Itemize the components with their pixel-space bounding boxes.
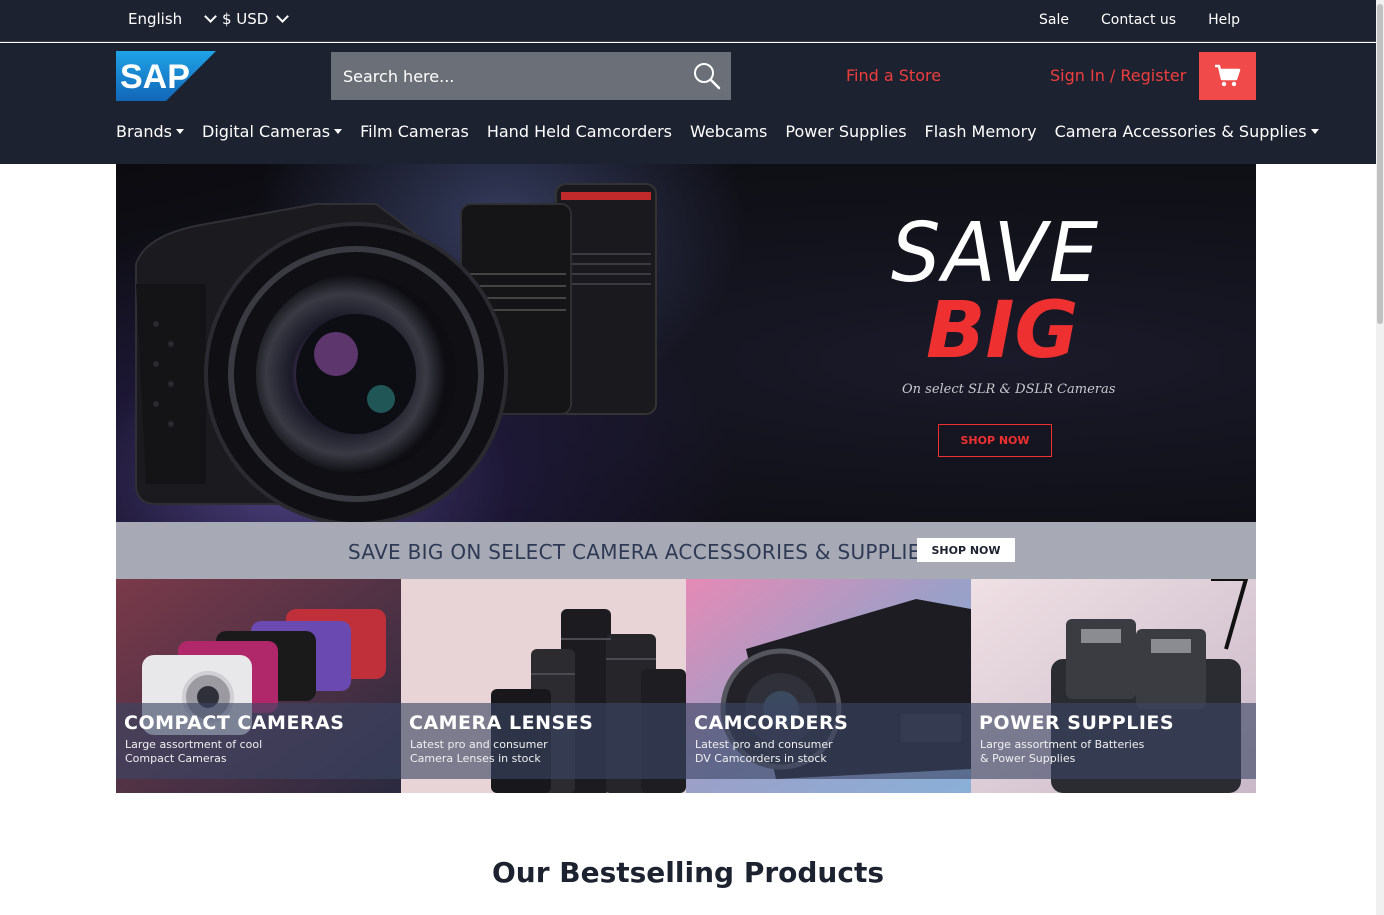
utility-links: Sale Contact us Help	[1039, 12, 1240, 28]
nav-item-camera-accessories[interactable]: Camera Accessories & Supplies	[1055, 122, 1319, 141]
category-desc-line: DV Camcorders in stock	[695, 752, 827, 765]
category-title: CAMERA LENSES	[409, 712, 594, 734]
page-scrollbar[interactable]	[1376, 0, 1384, 915]
caret-down-icon	[176, 129, 184, 134]
nav-label: Webcams	[689, 122, 768, 141]
category-title: CAMCORDERS	[694, 712, 849, 734]
logo-text: SAP	[120, 58, 190, 96]
category-desc-line: & Power Supplies	[980, 752, 1076, 765]
nav-item-hand-held-camcorders[interactable]: Hand Held Camcorders	[487, 122, 672, 141]
category-desc-line: Large assortment of cool	[125, 738, 263, 751]
category-title: POWER SUPPLIES	[979, 712, 1175, 734]
nav-label: Camera Accessories & Supplies	[1054, 122, 1307, 141]
page: English $ USD Sale Contact us Help SAP S…	[0, 0, 1384, 915]
category-description: Large assortment of cool Compact Cameras	[125, 738, 295, 766]
caret-down-icon	[334, 129, 343, 134]
currency-label: $ USD	[222, 10, 269, 28]
search-input[interactable]	[331, 66, 671, 86]
nav-label: Film Cameras	[360, 122, 469, 141]
nav-label: Hand Held Camcorders	[486, 122, 672, 141]
help-link[interactable]: Help	[1208, 12, 1240, 28]
category-description: Large assortment of Batteries & Power Sup…	[980, 738, 1150, 766]
chevron-down-icon	[204, 10, 218, 23]
contact-us-link[interactable]: Contact us	[1101, 12, 1176, 28]
nav-item-flash-memory[interactable]: Flash Memory	[925, 122, 1037, 141]
category-nav: Brands Digital Cameras Film Cameras Hand…	[116, 122, 1319, 141]
category-desc-line: Large assortment of Batteries	[980, 738, 1145, 751]
nav-item-film-cameras[interactable]: Film Cameras	[360, 122, 469, 141]
category-tile-compact-cameras[interactable]: COMPACT CAMERAS Large assortment of cool…	[116, 579, 401, 793]
category-title: COMPACT CAMERAS	[124, 712, 345, 734]
top-bar: English $ USD Sale Contact us Help	[0, 0, 1376, 42]
nav-item-brands[interactable]: Brands	[116, 122, 184, 141]
search-icon[interactable]	[693, 62, 721, 90]
language-label: English	[128, 10, 183, 28]
main-header: SAP Find a Store Sign In / Register Bran…	[0, 43, 1376, 164]
nav-label: Power Supplies	[785, 122, 907, 141]
promo-strip-text: SAVE BIG ON SELECT CAMERA ACCESSORIES & …	[348, 540, 934, 564]
hero-big-text: BIG	[926, 286, 1079, 376]
nav-item-digital-cameras[interactable]: Digital Cameras	[202, 122, 343, 141]
cart-button[interactable]	[1199, 52, 1256, 100]
category-description: Latest pro and consumer Camera Lenses in …	[410, 738, 580, 766]
hero-banner[interactable]: SAVE BIG On select SLR & DSLR Cameras SH…	[116, 164, 1256, 522]
category-desc-line: Compact Cameras	[125, 752, 227, 765]
scrollbar-thumb[interactable]	[1377, 4, 1383, 324]
search-box	[331, 52, 731, 100]
nav-item-webcams[interactable]: Webcams	[690, 122, 767, 141]
shopping-cart-icon	[1214, 64, 1240, 87]
sign-in-register-link[interactable]: Sign In / Register	[1050, 66, 1186, 85]
category-tiles: COMPACT CAMERAS Large assortment of cool…	[116, 579, 1256, 793]
category-tile-camcorders[interactable]: CAMCORDERS Latest pro and consumer DV Cam…	[686, 579, 971, 793]
find-store-link[interactable]: Find a Store	[846, 66, 941, 85]
promo-shop-now-button[interactable]: SHOP NOW	[917, 538, 1015, 562]
category-tile-power-supplies[interactable]: POWER SUPPLIES Large assortment of Batte…	[971, 579, 1256, 793]
nav-label: Digital Cameras	[202, 122, 331, 141]
nav-label: Brands	[116, 122, 172, 141]
category-desc-line: Latest pro and consumer	[695, 738, 833, 751]
sale-link[interactable]: Sale	[1039, 12, 1069, 28]
hero-subtitle: On select SLR & DSLR Cameras	[902, 382, 1116, 397]
language-selector[interactable]: English	[128, 10, 218, 28]
category-tile-camera-lenses[interactable]: CAMERA LENSES Latest pro and consumer Cam…	[401, 579, 686, 793]
category-description: Latest pro and consumer DV Camcorders in …	[695, 738, 865, 766]
nav-item-power-supplies[interactable]: Power Supplies	[785, 122, 906, 141]
sap-logo[interactable]: SAP	[116, 51, 216, 101]
caret-down-icon	[1310, 129, 1319, 134]
promo-strip: SAVE BIG ON SELECT CAMERA ACCESSORIES & …	[116, 522, 1256, 579]
hero-shop-now-button[interactable]: SHOP NOW	[938, 424, 1052, 457]
currency-selector[interactable]: $ USD	[222, 10, 290, 28]
nav-label: Flash Memory	[924, 122, 1037, 141]
section-title: Our Bestselling Products	[491, 856, 885, 889]
dslr-camera-image	[135, 183, 657, 522]
chevron-down-icon	[276, 10, 290, 23]
category-desc-line: Latest pro and consumer	[410, 738, 548, 751]
category-desc-line: Camera Lenses in stock	[410, 752, 541, 765]
